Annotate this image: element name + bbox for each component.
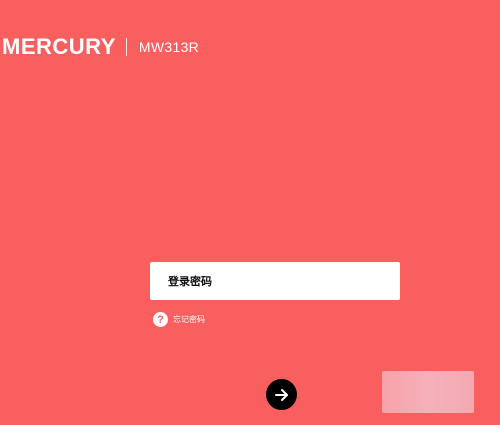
header: MERCURY MW313R (0, 30, 199, 64)
header-divider (125, 38, 127, 56)
model-name: MW313R (138, 39, 200, 55)
forgot-password-link[interactable]: ? 忘记密码 (153, 312, 205, 327)
watermark-overlay (382, 371, 474, 413)
password-input[interactable] (150, 262, 400, 300)
brand-logo: MERCURY (2, 34, 116, 59)
forgot-password-label: 忘记密码 (173, 315, 205, 324)
question-circle-icon: ? (153, 312, 168, 327)
password-field-container (150, 262, 400, 300)
login-submit-button[interactable] (266, 379, 297, 410)
arrow-right-icon (274, 388, 288, 401)
